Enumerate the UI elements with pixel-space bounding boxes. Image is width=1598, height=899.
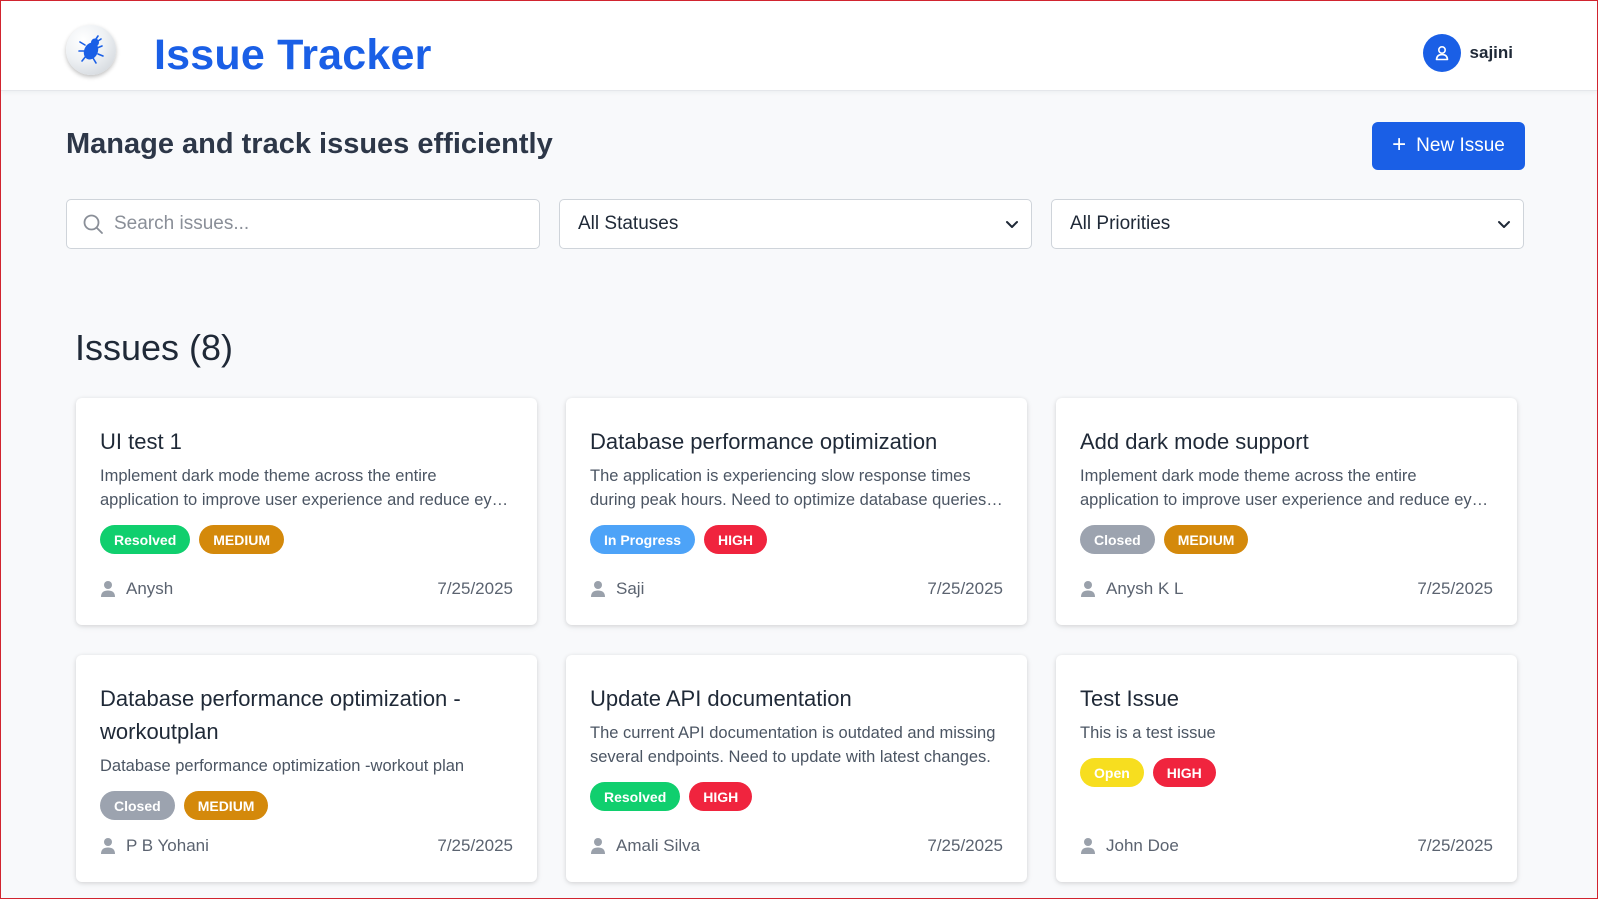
user-menu[interactable]: sajini: [1422, 34, 1513, 72]
issue-description: This is a test issue: [1080, 724, 1216, 742]
person-icon: [590, 837, 606, 855]
priority-badge: HIGH: [689, 782, 753, 811]
username[interactable]: sajini: [1470, 43, 1513, 63]
status-badge: Resolved: [590, 782, 681, 811]
avatar[interactable]: [1422, 34, 1461, 72]
priority-filter-value: All Priorities: [1070, 213, 1171, 234]
issue-date: 7/25/2025: [927, 579, 1003, 598]
status-badge: Resolved: [100, 525, 191, 554]
priority-badge: HIGH: [704, 525, 768, 554]
search-box[interactable]: [66, 199, 540, 249]
top-header: Issue Tracker sajini: [1, 1, 1597, 91]
issue-title: Update API documentation: [590, 686, 852, 711]
issue-card[interactable]: Test Issue This is a test issue Open HIG…: [1056, 655, 1517, 882]
issue-title: UI test 1: [100, 429, 182, 454]
user-icon: [1433, 44, 1451, 62]
chevron-down-icon: [1497, 217, 1511, 231]
issue-assignee: Amali Silva: [616, 836, 701, 855]
issue-title: Database performance optimization: [590, 429, 938, 454]
issue-date: 7/25/2025: [1417, 836, 1493, 855]
status-badge: Open: [1080, 758, 1144, 787]
app-window: Issue Tracker sajini Manage and track is…: [0, 0, 1598, 899]
issue-card[interactable]: Database performance optimization The ap…: [566, 398, 1027, 625]
issue-description: The current API documentation is outdate…: [590, 724, 996, 766]
issue-date: 7/25/2025: [1417, 579, 1493, 598]
new-issue-label: New Issue: [1416, 135, 1505, 156]
priority-badge: MEDIUM: [1163, 525, 1249, 554]
issue-description: Implement dark mode theme across the ent…: [1080, 467, 1481, 509]
priority-badge: MEDIUM: [183, 791, 269, 820]
new-issue-button[interactable]: + New Issue: [1372, 122, 1525, 170]
search-icon: [82, 213, 104, 235]
priority-filter-select[interactable]: All Priorities: [1051, 199, 1524, 249]
plus-icon: +: [1392, 130, 1407, 158]
issue-description: Database performance optimization -worko…: [100, 757, 465, 775]
person-icon: [1080, 837, 1096, 855]
chevron-down-icon: [1005, 217, 1019, 231]
priority-badge: MEDIUM: [199, 525, 285, 554]
person-icon: [100, 580, 116, 598]
search-input[interactable]: [114, 200, 539, 248]
issue-card[interactable]: UI test 1 Implement dark mode theme acro…: [76, 398, 537, 625]
issue-assignee: Anysh K L: [1106, 579, 1184, 598]
issue-description: Implement dark mode theme across the ent…: [100, 467, 501, 509]
person-icon: [1080, 580, 1096, 598]
issue-card[interactable]: Add dark mode support Implement dark mod…: [1056, 398, 1517, 625]
issue-date: 7/25/2025: [437, 836, 513, 855]
issues-count-heading: Issues (8): [75, 327, 234, 368]
status-badge: Closed: [100, 791, 175, 820]
issue-date: 7/25/2025: [437, 579, 513, 598]
status-badge: Closed: [1080, 525, 1155, 554]
issue-assignee: John Doe: [1106, 836, 1179, 855]
issue-card[interactable]: Update API documentation The current API…: [566, 655, 1027, 882]
issue-card[interactable]: Database performance optimization - work…: [76, 655, 537, 882]
issue-title: Test Issue: [1080, 686, 1180, 711]
priority-badge: HIGH: [1152, 758, 1216, 787]
app-title: Issue Tracker: [154, 31, 432, 79]
issues-grid: UI test 1 Implement dark mode theme acro…: [76, 398, 1517, 882]
status-filter-select[interactable]: All Statuses: [559, 199, 1032, 249]
issue-assignee: Anysh: [126, 579, 174, 598]
status-filter-value: All Statuses: [578, 213, 679, 234]
issue-title: Database performance optimization - work…: [100, 686, 461, 744]
issue-description: The application is experiencing slow res…: [590, 467, 987, 509]
person-icon: [590, 580, 606, 598]
person-icon: [100, 837, 116, 855]
page-subtitle: Manage and track issues efficiently: [66, 128, 553, 160]
issue-title: Add dark mode support: [1080, 429, 1309, 454]
status-badge: In Progress: [590, 525, 696, 554]
bug-logo-icon[interactable]: [66, 25, 116, 75]
issue-assignee: P B Yohani: [126, 836, 209, 855]
issue-assignee: Saji: [616, 579, 645, 598]
issue-date: 7/25/2025: [927, 836, 1003, 855]
